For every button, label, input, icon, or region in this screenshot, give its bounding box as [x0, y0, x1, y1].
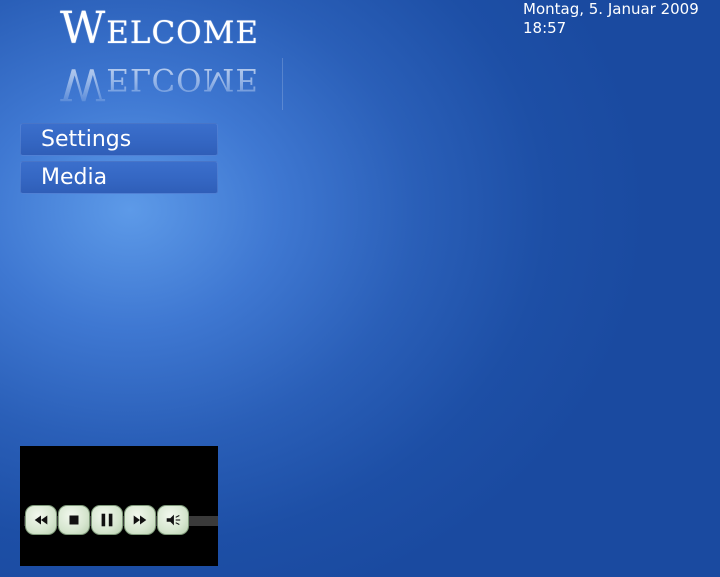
- menu-item-label: Settings: [41, 127, 132, 152]
- media-player-preview: [20, 446, 218, 566]
- pause-button[interactable]: [91, 505, 123, 535]
- stop-icon: [69, 515, 79, 525]
- page-title-reflection: Welcome: [60, 58, 283, 110]
- page-title-reflection-text: Welcome: [60, 58, 282, 109]
- menu-item-label: Media: [41, 165, 108, 190]
- volume-button[interactable]: [157, 505, 189, 535]
- menu-item-media[interactable]: Media: [20, 161, 218, 194]
- page-title: Welcome: [60, 3, 259, 54]
- stop-button[interactable]: [58, 505, 90, 535]
- pause-icon: [101, 513, 113, 527]
- volume-icon: [166, 514, 181, 526]
- rewind-button[interactable]: [25, 505, 57, 535]
- fast-forward-button[interactable]: [124, 505, 156, 535]
- rewind-icon: [34, 515, 48, 525]
- main-menu: Settings Media: [20, 123, 218, 199]
- menu-item-settings[interactable]: Settings: [20, 123, 218, 156]
- fast-forward-icon: [133, 515, 147, 525]
- clock-date: Montag, 5. Januar 2009: [523, 0, 699, 18]
- clock: Montag, 5. Januar 2009 18:57: [523, 0, 699, 38]
- clock-time: 18:57: [523, 19, 567, 37]
- player-controls: [25, 505, 189, 535]
